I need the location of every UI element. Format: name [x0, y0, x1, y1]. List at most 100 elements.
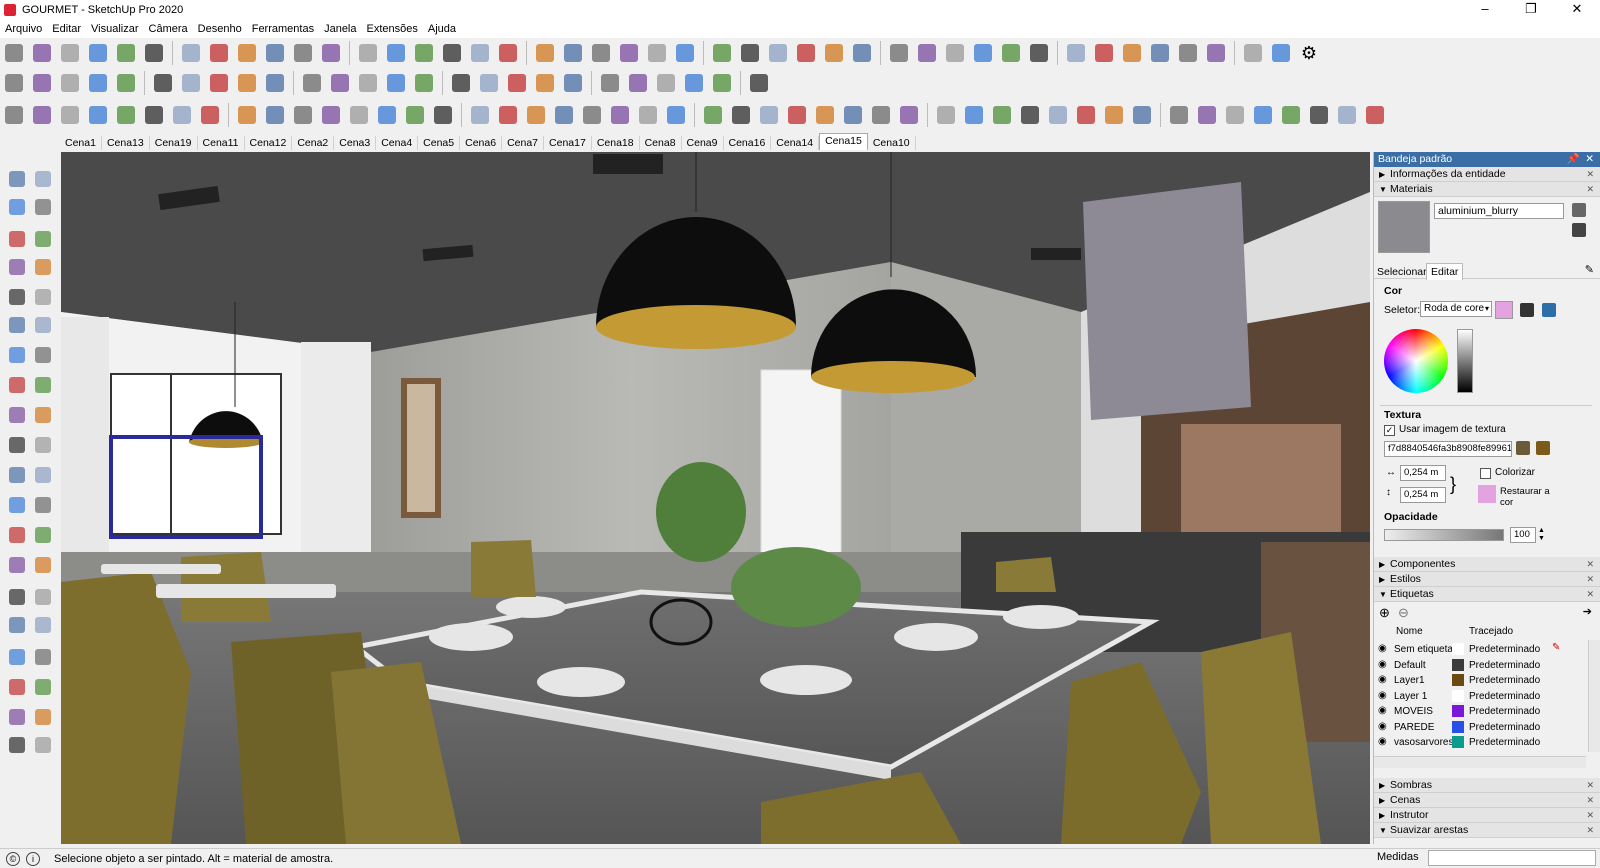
large-tool-icon[interactable] — [6, 286, 28, 308]
use-texture-checkbox[interactable]: ✓ — [1384, 425, 1395, 436]
toolbar-tool-icon[interactable] — [588, 40, 614, 66]
toolbar-tool-icon[interactable] — [607, 102, 633, 128]
toolbar-tool-icon[interactable] — [532, 70, 558, 96]
large-tool-icon[interactable] — [6, 434, 28, 456]
scene-tab[interactable]: Cena18 — [592, 136, 640, 150]
large-tool-icon[interactable] — [6, 494, 28, 516]
toolbar-tool-icon[interactable] — [411, 70, 437, 96]
remove-tag-icon[interactable]: ⊖ — [1398, 605, 1409, 621]
toolbar-tool-icon[interactable] — [728, 102, 754, 128]
toolbar-tool-icon[interactable] — [57, 70, 83, 96]
toolbar-tool-icon[interactable] — [942, 40, 968, 66]
large-tool-icon[interactable] — [6, 586, 28, 608]
toolbar-tool-icon[interactable] — [178, 40, 204, 66]
scene-tab[interactable]: Cena10 — [868, 136, 916, 150]
colorize-checkbox[interactable] — [1480, 468, 1491, 479]
toolbar-tool-icon[interactable] — [476, 70, 502, 96]
tag-color-swatch[interactable] — [1452, 689, 1464, 702]
toolbar-tool-icon[interactable] — [1073, 102, 1099, 128]
visibility-eye-icon[interactable]: ◉ — [1378, 705, 1387, 716]
menu-janela[interactable]: Janela — [319, 23, 361, 35]
visibility-eye-icon[interactable]: ◉ — [1378, 721, 1387, 732]
toolbar-tool-icon[interactable] — [700, 102, 726, 128]
toolbar-tool-icon[interactable] — [896, 102, 922, 128]
large-tool-icon[interactable] — [32, 168, 54, 190]
maximize-button[interactable]: ❐ — [1508, 0, 1554, 20]
tag-row[interactable]: ◉ Default Predeterminado — [1374, 658, 1584, 674]
tag-color-swatch[interactable] — [1452, 736, 1464, 748]
large-tool-icon[interactable] — [6, 314, 28, 336]
toolbar-tool-icon[interactable] — [234, 40, 260, 66]
toolbar-tool-icon[interactable] — [290, 40, 316, 66]
aspect-lock-icon[interactable]: } — [1450, 467, 1456, 501]
scene-tab[interactable]: Cena13 — [102, 136, 150, 150]
scene-tab[interactable]: Cena3 — [334, 136, 377, 150]
tag-dash[interactable]: Predeterminado — [1469, 644, 1540, 655]
toolbar-tool-icon[interactable] — [290, 102, 316, 128]
panel-tags[interactable]: ▼ Etiquetas ✕ — [1374, 587, 1600, 602]
toolbar-tool-icon[interactable] — [467, 40, 493, 66]
toolbar-tool-icon[interactable] — [625, 70, 651, 96]
tag-row[interactable]: ◉ Sem etiquetas Predeterminado ✎ — [1374, 642, 1584, 658]
scene-tab[interactable]: Cena5 — [418, 136, 461, 150]
panel-shadows[interactable]: ▶ Sombras ✕ — [1374, 778, 1600, 793]
toolbar-tool-icon[interactable] — [346, 102, 372, 128]
toolbar-tool-icon[interactable] — [374, 102, 400, 128]
close-icon[interactable]: ✕ — [1586, 778, 1594, 793]
toolbar-tool-icon[interactable] — [439, 40, 465, 66]
large-tool-icon[interactable] — [32, 404, 54, 426]
toolbar-tool-icon[interactable] — [1119, 40, 1145, 66]
tag-dash[interactable]: Predeterminado — [1469, 675, 1540, 686]
toolbar-tool-icon[interactable] — [737, 40, 763, 66]
toolbar-tool-icon[interactable] — [1175, 40, 1201, 66]
toolbar-tool-icon[interactable] — [430, 102, 456, 128]
pencil-icon[interactable]: ✎ — [1585, 263, 1594, 276]
toolbar-tool-icon[interactable] — [1250, 102, 1276, 128]
toolbar-tool-icon[interactable] — [29, 70, 55, 96]
toolbar-tool-icon[interactable] — [1063, 40, 1089, 66]
scene-tab[interactable]: Cena9 — [682, 136, 724, 150]
visibility-eye-icon[interactable]: ◉ — [1378, 736, 1387, 747]
toolbar-tool-icon[interactable] — [355, 40, 381, 66]
large-tool-icon[interactable] — [6, 676, 28, 698]
tag-row[interactable]: ◉ MOVEIS Predeterminado — [1374, 704, 1584, 720]
close-icon[interactable]: ✕ — [1586, 808, 1594, 823]
large-tool-icon[interactable] — [32, 676, 54, 698]
toolbar-tool-icon[interactable] — [495, 40, 521, 66]
scene-tab[interactable]: Cena15 — [819, 133, 868, 150]
large-tool-icon[interactable] — [32, 734, 54, 756]
texture-width-field[interactable]: 0,254 m — [1400, 465, 1446, 481]
toolbar-tool-icon[interactable] — [1, 70, 27, 96]
scene-tab[interactable]: Cena6 — [460, 136, 503, 150]
tags-horizontal-scrollbar[interactable] — [1374, 756, 1586, 768]
scene-tab[interactable]: Cena11 — [198, 136, 245, 150]
toolbar-tool-icon[interactable] — [1278, 102, 1304, 128]
tag-dash[interactable]: Predeterminado — [1469, 737, 1540, 748]
texture-file-field[interactable]: f7d8840546fa3b8908fe89961 — [1384, 441, 1512, 457]
tag-dash[interactable]: Predeterminado — [1469, 660, 1540, 671]
toolbar-tool-icon[interactable] — [1129, 102, 1155, 128]
toolbar-tool-icon[interactable] — [793, 40, 819, 66]
scene-tab[interactable]: Cena19 — [150, 136, 198, 150]
visibility-eye-icon[interactable]: ◉ — [1378, 674, 1387, 685]
toolbar-tool-icon[interactable] — [1, 102, 27, 128]
close-icon[interactable]: ✕ — [1586, 557, 1594, 572]
toolbar-tool-icon[interactable] — [1222, 102, 1248, 128]
large-tool-icon[interactable] — [32, 196, 54, 218]
toolbar-tool-icon[interactable] — [551, 102, 577, 128]
toolbar-tool-icon[interactable] — [178, 70, 204, 96]
toolbar-tool-icon[interactable] — [756, 102, 782, 128]
scene-tab[interactable]: Cena2 — [292, 136, 335, 150]
large-tool-icon[interactable] — [6, 614, 28, 636]
toolbar-tool-icon[interactable] — [812, 102, 838, 128]
toolbar-tool-icon[interactable] — [821, 40, 847, 66]
panel-components[interactable]: ▶ Componentes ✕ — [1374, 557, 1600, 572]
toolbar-tool-icon[interactable] — [1026, 40, 1052, 66]
panel-soften-edges[interactable]: ▼ Suavizar arestas ✕ — [1374, 823, 1600, 838]
large-tool-icon[interactable] — [32, 228, 54, 250]
details-arrow-icon[interactable]: ➔ — [1583, 605, 1592, 618]
large-tool-icon[interactable] — [6, 256, 28, 278]
toolbar-tool-icon[interactable] — [1147, 40, 1173, 66]
color-swatch[interactable] — [1495, 301, 1513, 319]
toolbar-tool-icon[interactable] — [234, 70, 260, 96]
